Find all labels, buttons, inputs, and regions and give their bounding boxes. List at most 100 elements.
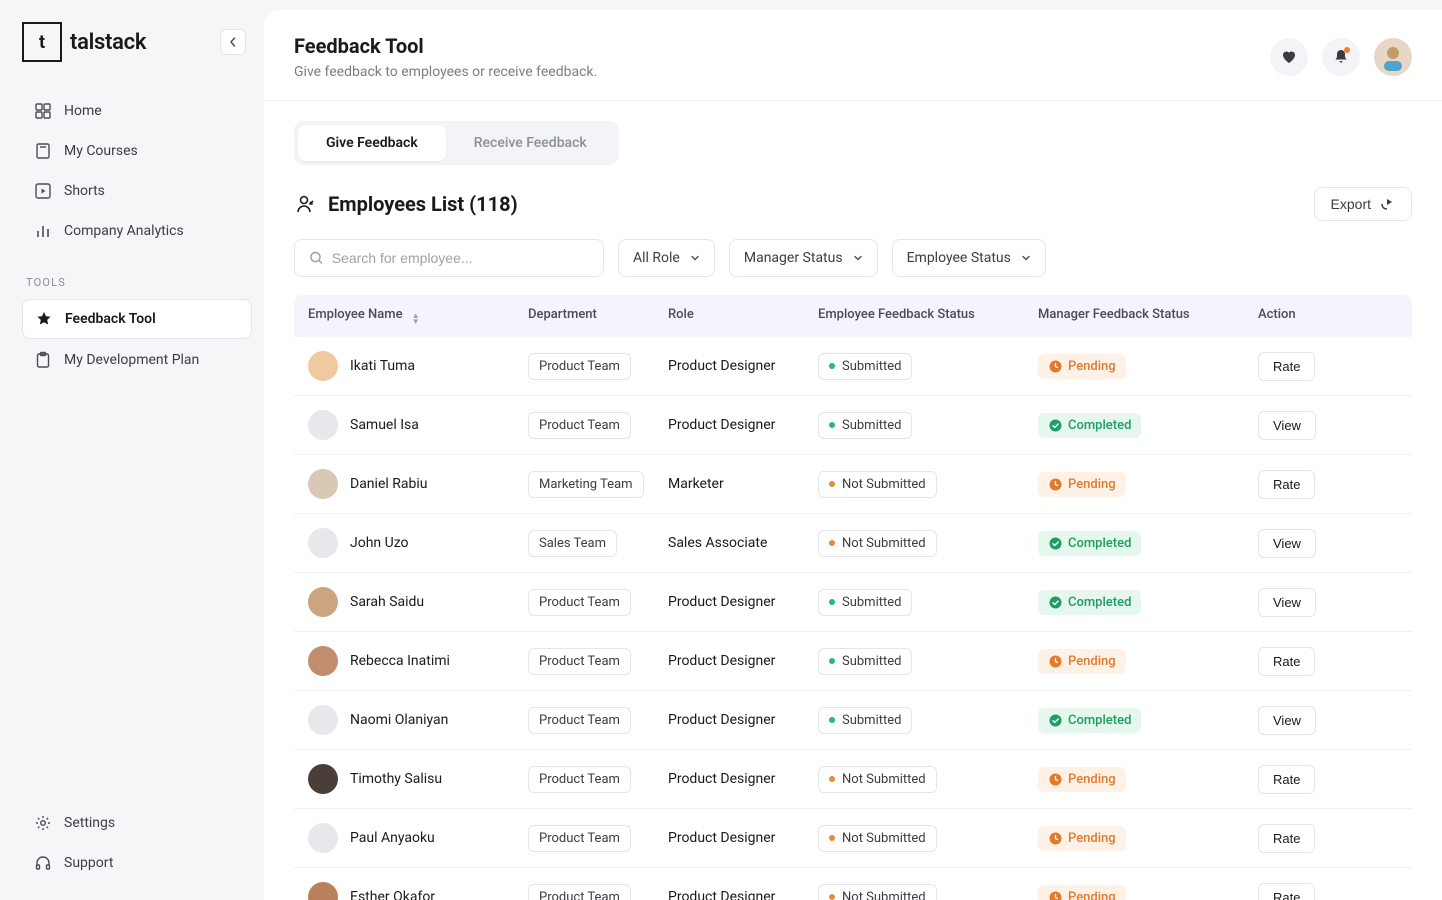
filter-role[interactable]: All Role bbox=[618, 239, 715, 277]
employee-feedback-status: Not Submitted bbox=[818, 530, 937, 557]
department-pill: Product Team bbox=[528, 707, 631, 734]
status-text: Submitted bbox=[842, 595, 901, 610]
view-button[interactable]: View bbox=[1258, 529, 1316, 558]
sidebar-item-courses[interactable]: My Courses bbox=[22, 132, 252, 170]
table-row: Timothy SalisuProduct TeamProduct Design… bbox=[294, 750, 1412, 809]
rate-button[interactable]: Rate bbox=[1258, 470, 1315, 499]
role-cell: Marketer bbox=[668, 476, 818, 492]
filter-employee-status[interactable]: Employee Status bbox=[892, 239, 1046, 277]
play-square-icon bbox=[34, 182, 52, 200]
chevron-down-icon bbox=[690, 253, 700, 263]
avatar-illustration-icon bbox=[1376, 40, 1410, 74]
employees-table: Employee Name ▲▼ Department Role Employe… bbox=[294, 295, 1412, 900]
employee-avatar bbox=[308, 469, 338, 499]
employee-avatar bbox=[308, 823, 338, 853]
notifications-button[interactable] bbox=[1322, 38, 1360, 76]
employee-avatar bbox=[308, 646, 338, 676]
employee-name: Rebecca Inatimi bbox=[350, 653, 450, 669]
gear-icon bbox=[34, 814, 52, 832]
table-header: Employee Name ▲▼ Department Role Employe… bbox=[294, 295, 1412, 337]
status-dot-icon bbox=[829, 894, 835, 900]
table-row: Paul AnyaokuProduct TeamProduct Designer… bbox=[294, 809, 1412, 868]
sidebar-item-label: Home bbox=[64, 103, 102, 119]
rate-button[interactable]: Rate bbox=[1258, 883, 1315, 900]
notification-badge-icon bbox=[1344, 47, 1350, 53]
col-employee-name[interactable]: Employee Name ▲▼ bbox=[308, 307, 528, 325]
users-icon bbox=[294, 193, 316, 215]
tab-receive-feedback[interactable]: Receive Feedback bbox=[446, 125, 615, 161]
sidebar-item-feedback-tool[interactable]: Feedback Tool bbox=[22, 299, 252, 339]
book-icon bbox=[34, 142, 52, 160]
sidebar-item-settings[interactable]: Settings bbox=[22, 804, 252, 842]
sidebar-item-support[interactable]: Support bbox=[22, 844, 252, 882]
view-button[interactable]: View bbox=[1258, 706, 1316, 735]
employee-feedback-status: Not Submitted bbox=[818, 825, 937, 852]
search-input[interactable] bbox=[332, 250, 589, 266]
col-role: Role bbox=[668, 307, 818, 325]
clock-icon bbox=[1048, 890, 1062, 900]
status-dot-icon bbox=[829, 658, 835, 664]
manager-feedback-status: Pending bbox=[1038, 826, 1126, 851]
status-dot-icon bbox=[829, 422, 835, 428]
status-text: Pending bbox=[1068, 890, 1116, 900]
collapse-sidebar-button[interactable] bbox=[220, 29, 246, 55]
clock-icon bbox=[1048, 477, 1062, 491]
table-row: John UzoSales TeamSales AssociateNot Sub… bbox=[294, 514, 1412, 573]
rate-button[interactable]: Rate bbox=[1258, 824, 1315, 853]
employee-name: Sarah Saidu bbox=[350, 594, 424, 610]
status-text: Pending bbox=[1068, 477, 1116, 492]
brand-logo[interactable]: t talstack bbox=[22, 22, 146, 62]
col-label: Employee Name bbox=[308, 307, 403, 322]
employee-cell: Samuel Isa bbox=[308, 410, 528, 440]
sidebar-item-analytics[interactable]: Company Analytics bbox=[22, 212, 252, 250]
export-label: Export bbox=[1331, 196, 1371, 212]
status-text: Not Submitted bbox=[842, 477, 926, 492]
user-avatar[interactable] bbox=[1374, 38, 1412, 76]
sidebar-item-home[interactable]: Home bbox=[22, 92, 252, 130]
status-text: Submitted bbox=[842, 418, 901, 433]
col-manager-feedback-status: Manager Feedback Status bbox=[1038, 307, 1258, 325]
search-input-wrapper[interactable] bbox=[294, 239, 604, 277]
page-subtitle: Give feedback to employees or receive fe… bbox=[294, 64, 597, 80]
favorites-button[interactable] bbox=[1270, 38, 1308, 76]
sidebar-item-label: Support bbox=[64, 855, 113, 871]
primary-nav: Home My Courses Shorts Company Analytics… bbox=[22, 92, 252, 379]
employee-cell: Esther Okafor bbox=[308, 882, 528, 900]
filter-manager-status[interactable]: Manager Status bbox=[729, 239, 878, 277]
status-text: Pending bbox=[1068, 772, 1116, 787]
sidebar-item-development-plan[interactable]: My Development Plan bbox=[22, 341, 252, 379]
manager-feedback-status: Pending bbox=[1038, 767, 1126, 792]
status-dot-icon bbox=[829, 481, 835, 487]
sidebar-item-shorts[interactable]: Shorts bbox=[22, 172, 252, 210]
star-icon bbox=[35, 310, 53, 328]
check-circle-icon bbox=[1048, 418, 1062, 432]
role-cell: Product Designer bbox=[668, 712, 818, 728]
table-row: Sarah SaiduProduct TeamProduct DesignerS… bbox=[294, 573, 1412, 632]
status-text: Submitted bbox=[842, 713, 901, 728]
brand-name: talstack bbox=[70, 30, 146, 55]
rate-button[interactable]: Rate bbox=[1258, 352, 1315, 381]
employee-avatar bbox=[308, 882, 338, 900]
rate-button[interactable]: Rate bbox=[1258, 765, 1315, 794]
employee-cell: John Uzo bbox=[308, 528, 528, 558]
rate-button[interactable]: Rate bbox=[1258, 647, 1315, 676]
employee-avatar bbox=[308, 587, 338, 617]
table-body: Ikati TumaProduct TeamProduct DesignerSu… bbox=[294, 337, 1412, 900]
tab-give-feedback[interactable]: Give Feedback bbox=[298, 125, 446, 161]
view-button[interactable]: View bbox=[1258, 411, 1316, 440]
sidebar-item-label: Shorts bbox=[64, 183, 105, 199]
view-button[interactable]: View bbox=[1258, 588, 1316, 617]
clipboard-icon bbox=[34, 351, 52, 369]
employee-name: John Uzo bbox=[350, 535, 409, 551]
employee-cell: Paul Anyaoku bbox=[308, 823, 528, 853]
status-dot-icon bbox=[829, 599, 835, 605]
search-icon bbox=[309, 250, 324, 266]
list-title: Employees List (118) bbox=[328, 192, 518, 216]
status-dot-icon bbox=[829, 363, 835, 369]
export-button[interactable]: Export bbox=[1314, 187, 1412, 221]
share-arrow-icon bbox=[1379, 196, 1395, 212]
employee-feedback-status: Not Submitted bbox=[818, 766, 937, 793]
sidebar-item-label: My Development Plan bbox=[64, 352, 199, 368]
department-pill: Product Team bbox=[528, 648, 631, 675]
role-cell: Product Designer bbox=[668, 358, 818, 374]
